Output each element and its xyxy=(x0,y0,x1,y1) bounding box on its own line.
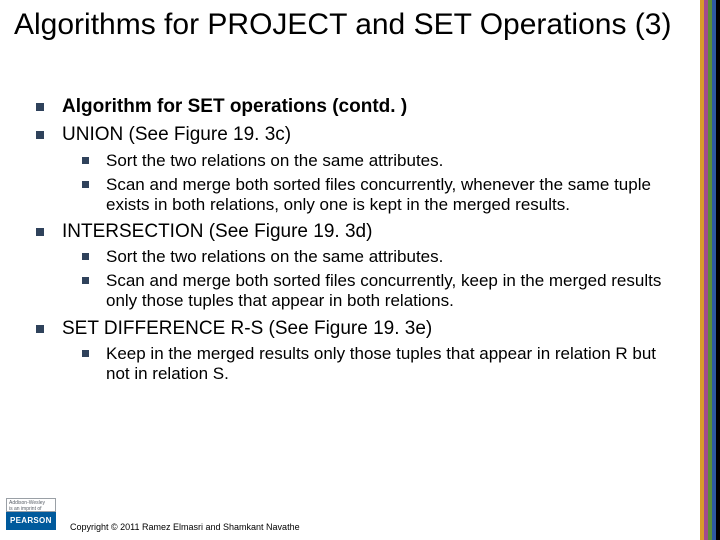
bullet-text: UNION (See Figure 19. 3c) xyxy=(62,124,291,145)
square-bullet-icon xyxy=(82,277,89,284)
logo-bottom-text: PEARSON xyxy=(6,512,56,530)
bullet-text: Algorithm for SET operations (contd. ) xyxy=(62,96,407,117)
bullet-text: Scan and merge both sorted files concurr… xyxy=(106,271,661,310)
square-bullet-icon xyxy=(36,325,44,333)
bullet-level2: Sort the two relations on the same attri… xyxy=(28,151,680,171)
square-bullet-icon xyxy=(82,350,89,357)
slide-body: Algorithm for SET operations (contd. ) U… xyxy=(28,90,680,384)
bullet-text: SET DIFFERENCE R-S (See Figure 19. 3e) xyxy=(62,318,432,339)
right-color-stripes xyxy=(700,0,720,540)
bullet-text: Sort the two relations on the same attri… xyxy=(106,151,443,170)
square-bullet-icon xyxy=(36,103,44,111)
stripe-icon xyxy=(716,0,720,540)
logo-top-text: Addison-Wesley is an imprint of xyxy=(6,498,56,512)
square-bullet-icon xyxy=(36,228,44,236)
bullet-level1: UNION (See Figure 19. 3c) xyxy=(28,124,680,146)
bullet-level2: Scan and merge both sorted files concurr… xyxy=(28,271,680,311)
publisher-logo: Addison-Wesley is an imprint of PEARSON xyxy=(6,498,56,534)
bullet-level2: Scan and merge both sorted files concurr… xyxy=(28,175,680,215)
bullet-level1: SET DIFFERENCE R-S (See Figure 19. 3e) xyxy=(28,318,680,340)
bullet-text: Scan and merge both sorted files concurr… xyxy=(106,175,651,214)
bullet-text: Keep in the merged results only those tu… xyxy=(106,344,656,383)
bullet-level2: Keep in the merged results only those tu… xyxy=(28,344,680,384)
bullet-level2: Sort the two relations on the same attri… xyxy=(28,247,680,267)
square-bullet-icon xyxy=(82,157,89,164)
square-bullet-icon xyxy=(82,253,89,260)
bullet-text: Sort the two relations on the same attri… xyxy=(106,247,443,266)
square-bullet-icon xyxy=(36,131,44,139)
slide-title: Algorithms for PROJECT and SET Operation… xyxy=(14,8,680,43)
bullet-level1: INTERSECTION (See Figure 19. 3d) xyxy=(28,221,680,243)
square-bullet-icon xyxy=(82,181,89,188)
copyright-footer: Copyright © 2011 Ramez Elmasri and Shamk… xyxy=(70,522,300,532)
slide: Algorithms for PROJECT and SET Operation… xyxy=(0,0,720,540)
bullet-level1: Algorithm for SET operations (contd. ) xyxy=(28,96,680,118)
bullet-text: INTERSECTION (See Figure 19. 3d) xyxy=(62,221,372,242)
